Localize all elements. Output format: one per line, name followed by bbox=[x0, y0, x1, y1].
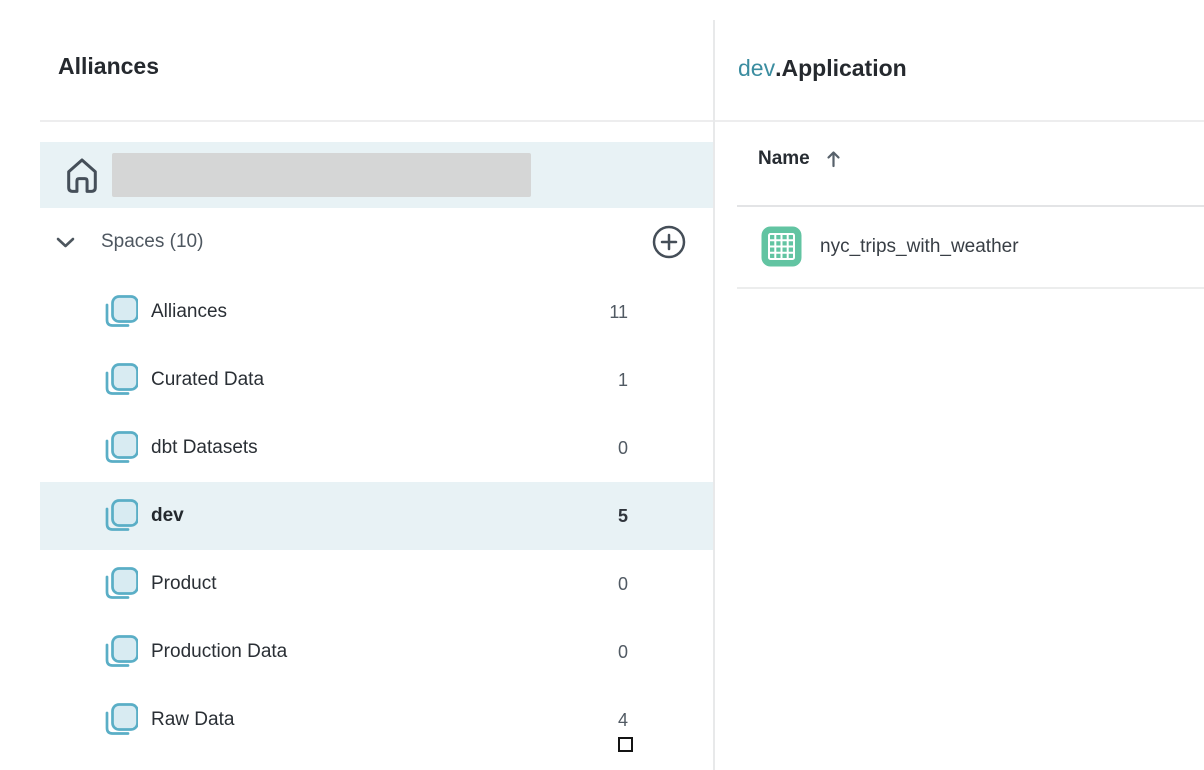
space-icon bbox=[103, 498, 138, 534]
dataset-table-icon bbox=[761, 226, 802, 267]
space-name: dbt Datasets bbox=[151, 437, 258, 459]
sidebar-space-item-dbt-datasets[interactable]: dbt Datasets 0 bbox=[40, 414, 713, 482]
plus-circle-icon[interactable] bbox=[652, 225, 686, 259]
space-name: Curated Data bbox=[151, 369, 264, 391]
dataset-name: nyc_trips_with_weather bbox=[820, 236, 1019, 258]
arrow-up-icon[interactable] bbox=[825, 149, 842, 169]
space-dataset-count: 0 bbox=[568, 438, 628, 459]
space-dataset-count: 1 bbox=[568, 370, 628, 391]
stray-square-artifact bbox=[618, 737, 633, 752]
spaces-section-label: Spaces (10) bbox=[101, 231, 203, 253]
space-dataset-count: 4 bbox=[568, 710, 628, 731]
table-row-divider bbox=[737, 287, 1204, 289]
column-label: Name bbox=[758, 148, 810, 170]
column-header-name[interactable]: Name bbox=[758, 148, 842, 170]
space-icon bbox=[103, 566, 138, 602]
table-row[interactable]: nyc_trips_with_weather bbox=[737, 206, 1204, 287]
space-dataset-count: 0 bbox=[568, 574, 628, 595]
sidebar-space-item-product[interactable]: Product 0 bbox=[40, 550, 713, 618]
space-name: Production Data bbox=[151, 641, 287, 663]
space-icon bbox=[103, 634, 138, 670]
breadcrumb-current: Application bbox=[781, 55, 906, 81]
space-icon bbox=[103, 294, 138, 330]
spaces-sidebar: Alliances Spaces (10) bbox=[0, 0, 713, 770]
breadcrumb-divider bbox=[715, 120, 1204, 122]
chevron-down-icon[interactable] bbox=[55, 236, 76, 249]
breadcrumb-context[interactable]: dev bbox=[738, 55, 775, 81]
catalog-main-panel: dev.Application Name nyc_trips_with_weat… bbox=[715, 0, 1204, 770]
home-icon bbox=[63, 154, 101, 197]
space-name: dev bbox=[151, 505, 184, 527]
sidebar-space-item-alliances[interactable]: Alliances 11 bbox=[40, 278, 713, 346]
sidebar-space-item-curated-data[interactable]: Curated Data 1 bbox=[40, 346, 713, 414]
space-icon bbox=[103, 702, 138, 738]
breadcrumb: dev.Application bbox=[738, 52, 907, 84]
home-label-skeleton bbox=[112, 153, 531, 197]
page-title: Alliances bbox=[58, 50, 159, 82]
space-name: Alliances bbox=[151, 301, 227, 323]
sidebar-space-item-raw-data[interactable]: Raw Data 4 bbox=[40, 686, 713, 754]
spaces-list: Alliances 11 Curated Data 1 dbt Datasets bbox=[40, 278, 713, 754]
home-item[interactable] bbox=[40, 142, 713, 208]
sidebar-space-item-dev[interactable]: dev 5 bbox=[40, 482, 713, 550]
space-dataset-count: 5 bbox=[568, 506, 628, 527]
space-name: Raw Data bbox=[151, 709, 234, 731]
space-icon bbox=[103, 430, 138, 466]
space-name: Product bbox=[151, 573, 216, 595]
space-dataset-count: 11 bbox=[568, 302, 628, 323]
sidebar-space-item-production-data[interactable]: Production Data 0 bbox=[40, 618, 713, 686]
space-icon bbox=[103, 362, 138, 398]
title-divider bbox=[40, 120, 713, 122]
space-dataset-count: 0 bbox=[568, 642, 628, 663]
spaces-section-header[interactable]: Spaces (10) bbox=[40, 212, 713, 272]
